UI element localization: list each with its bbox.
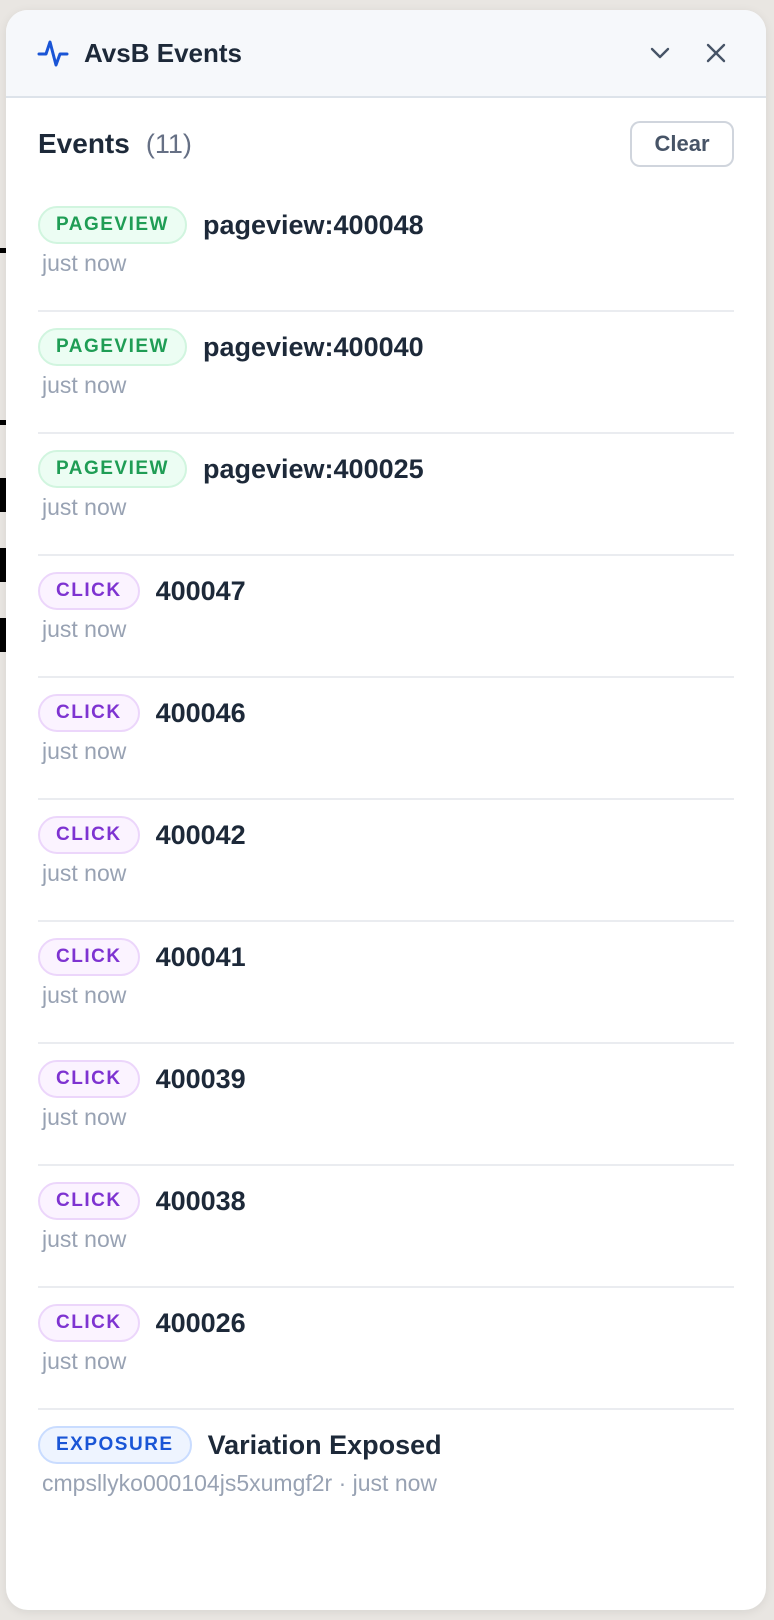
events-count: (11): [145, 128, 192, 159]
event-name: 400041: [155, 941, 246, 972]
events-title: Events: [38, 128, 130, 159]
panel-header: AvsB Events: [6, 10, 766, 98]
event-row[interactable]: CLICK 400042 just now: [38, 800, 734, 922]
chevron-down-icon: [650, 47, 670, 59]
event-row[interactable]: CLICK 400026 just now: [38, 1288, 734, 1410]
event-row-top: EXPOSURE Variation Exposed: [38, 1424, 442, 1466]
event-row[interactable]: EXPOSURE Variation Exposed cmpsllyko000104…: [38, 1410, 734, 1532]
event-meta: just now: [42, 860, 127, 886]
event-meta: just now: [42, 616, 127, 642]
event-type-badge: CLICK: [38, 1060, 140, 1098]
event-name: pageview:400025: [203, 453, 424, 484]
close-icon: [706, 43, 726, 63]
event-type-badge: PAGEVIEW: [38, 328, 187, 366]
event-name: 400047: [155, 575, 246, 606]
event-meta: just now: [42, 738, 127, 764]
event-row[interactable]: CLICK 400039 just now: [38, 1044, 734, 1166]
event-row[interactable]: CLICK 400041 just now: [38, 922, 734, 1044]
event-row[interactable]: PAGEVIEW pageview:400048 just now: [38, 190, 734, 312]
event-type-badge: CLICK: [38, 1182, 140, 1220]
event-row-top: PAGEVIEW pageview:400025: [38, 448, 424, 490]
event-name: 400039: [155, 1063, 246, 1094]
event-meta: just now: [42, 494, 127, 520]
event-name: pageview:400048: [203, 209, 424, 240]
event-meta: cmpsllyko000104js5xumgf2r · just now: [42, 1470, 438, 1496]
events-header: Events (11) Clear: [38, 98, 734, 190]
event-row-top: CLICK 400041: [38, 936, 246, 978]
event-row-top: CLICK 400026: [38, 1302, 246, 1344]
event-row-top: CLICK 400042: [38, 814, 246, 856]
event-row-top: CLICK 400047: [38, 570, 246, 612]
event-name: 400046: [155, 697, 246, 728]
event-type-badge: PAGEVIEW: [38, 206, 187, 244]
event-row-top: PAGEVIEW pageview:400048: [38, 204, 424, 246]
event-row[interactable]: CLICK 400046 just now: [38, 678, 734, 800]
event-type-badge: PAGEVIEW: [38, 450, 187, 488]
event-type-badge: CLICK: [38, 572, 140, 610]
event-list: PAGEVIEW pageview:400048 just now PAGEVIEW p…: [38, 190, 734, 1532]
event-name: pageview:400040: [203, 331, 424, 362]
events-panel: AvsB Events Events (11) Clear PAGEVIEW pa…: [6, 10, 766, 1610]
event-meta: just now: [42, 372, 127, 398]
event-type-badge: CLICK: [38, 1304, 140, 1342]
event-type-badge: EXPOSURE: [38, 1426, 192, 1464]
event-meta: just now: [42, 982, 127, 1008]
activity-pulse-icon: [36, 36, 70, 70]
event-type-badge: CLICK: [38, 938, 140, 976]
close-button[interactable]: [696, 33, 736, 73]
panel-body: Events (11) Clear PAGEVIEW pageview:40004…: [6, 98, 766, 1532]
event-meta: just now: [42, 1104, 127, 1130]
collapse-button[interactable]: [640, 33, 680, 73]
clear-button[interactable]: Clear: [630, 121, 734, 167]
event-row-top: CLICK 400038: [38, 1180, 246, 1222]
event-row-top: PAGEVIEW pageview:400040: [38, 326, 424, 368]
panel-title: AvsB Events: [84, 37, 242, 68]
event-row[interactable]: PAGEVIEW pageview:400025 just now: [38, 434, 734, 556]
event-type-badge: CLICK: [38, 816, 140, 854]
event-name: 400026: [155, 1307, 246, 1338]
event-row[interactable]: PAGEVIEW pageview:400040 just now: [38, 312, 734, 434]
event-name: Variation Exposed: [207, 1429, 442, 1460]
event-meta: just now: [42, 250, 127, 276]
event-row[interactable]: CLICK 400038 just now: [38, 1166, 734, 1288]
event-meta: just now: [42, 1226, 127, 1252]
event-meta: just now: [42, 1348, 127, 1374]
event-row[interactable]: CLICK 400047 just now: [38, 556, 734, 678]
event-type-badge: CLICK: [38, 694, 140, 732]
event-row-top: CLICK 400046: [38, 692, 246, 734]
event-name: 400042: [155, 819, 246, 850]
event-name: 400038: [155, 1185, 246, 1216]
event-row-top: CLICK 400039: [38, 1058, 246, 1100]
